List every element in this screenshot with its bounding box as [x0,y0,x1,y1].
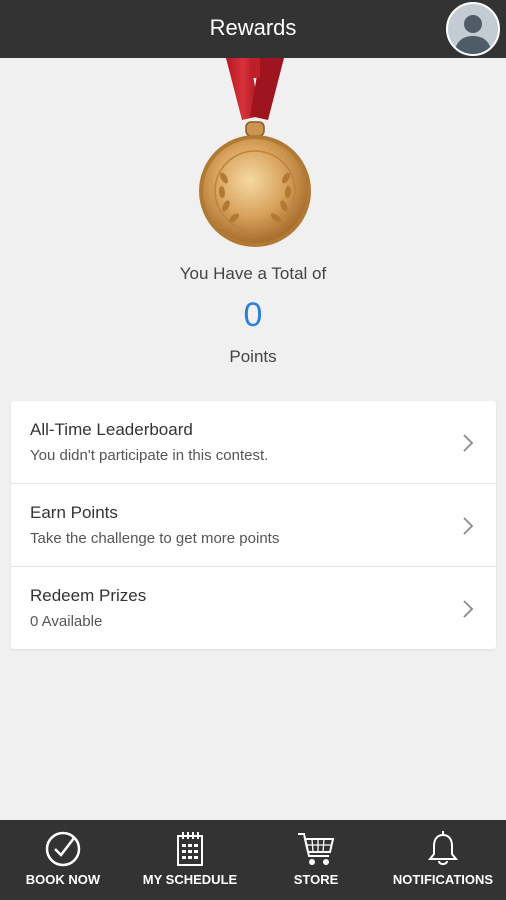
page-title: Rewards [209,15,297,40]
earn-points-title: Earn Points [30,503,118,522]
chevron-right-icon [463,434,474,452]
tab-notifications[interactable]: NOTIFICATIONS [388,820,498,900]
tab-book-now[interactable]: BOOK NOW [10,820,116,900]
bell-icon [427,831,459,865]
tab-notifications-label: NOTIFICATIONS [392,872,494,887]
redeem-prizes-item[interactable]: Redeem Prizes 0 Available [11,567,496,649]
points-label: Points [229,347,277,366]
leaderboard-subtitle: You didn't participate in this contest. [30,447,269,464]
top-app-bar: Rewards [0,0,506,58]
check-circle-icon [45,831,81,867]
avatar[interactable] [446,2,500,56]
calendar-icon [177,832,203,866]
chevron-right-icon [463,517,474,535]
leaderboard-item[interactable]: All-Time Leaderboard You didn't particip… [11,401,496,484]
tab-my-schedule-label: MY SCHEDULE [142,872,238,887]
chevron-right-icon [463,600,474,618]
leaderboard-title: All-Time Leaderboard [30,420,193,439]
earn-points-subtitle: Take the challenge to get more points [30,530,280,547]
medal-image [190,58,320,258]
user-icon [454,15,492,54]
total-label: You Have a Total of [179,264,327,283]
earn-points-item[interactable]: Earn Points Take the challenge to get mo… [11,484,496,567]
tab-store[interactable]: STORE [266,820,366,900]
tab-store-label: STORE [293,872,339,887]
tab-my-schedule[interactable]: MY SCHEDULE [130,820,250,900]
rewards-menu-card: All-Time Leaderboard You didn't particip… [11,401,496,649]
bottom-nav: BOOK NOW MY SCHEDULE STORE NOTIFICATIONS [0,820,506,900]
redeem-prizes-subtitle: 0 Available [30,613,103,630]
redeem-prizes-title: Redeem Prizes [30,586,147,605]
points-value: 0 [243,296,263,334]
cart-icon [298,833,335,865]
tab-book-now-label: BOOK NOW [25,872,101,887]
